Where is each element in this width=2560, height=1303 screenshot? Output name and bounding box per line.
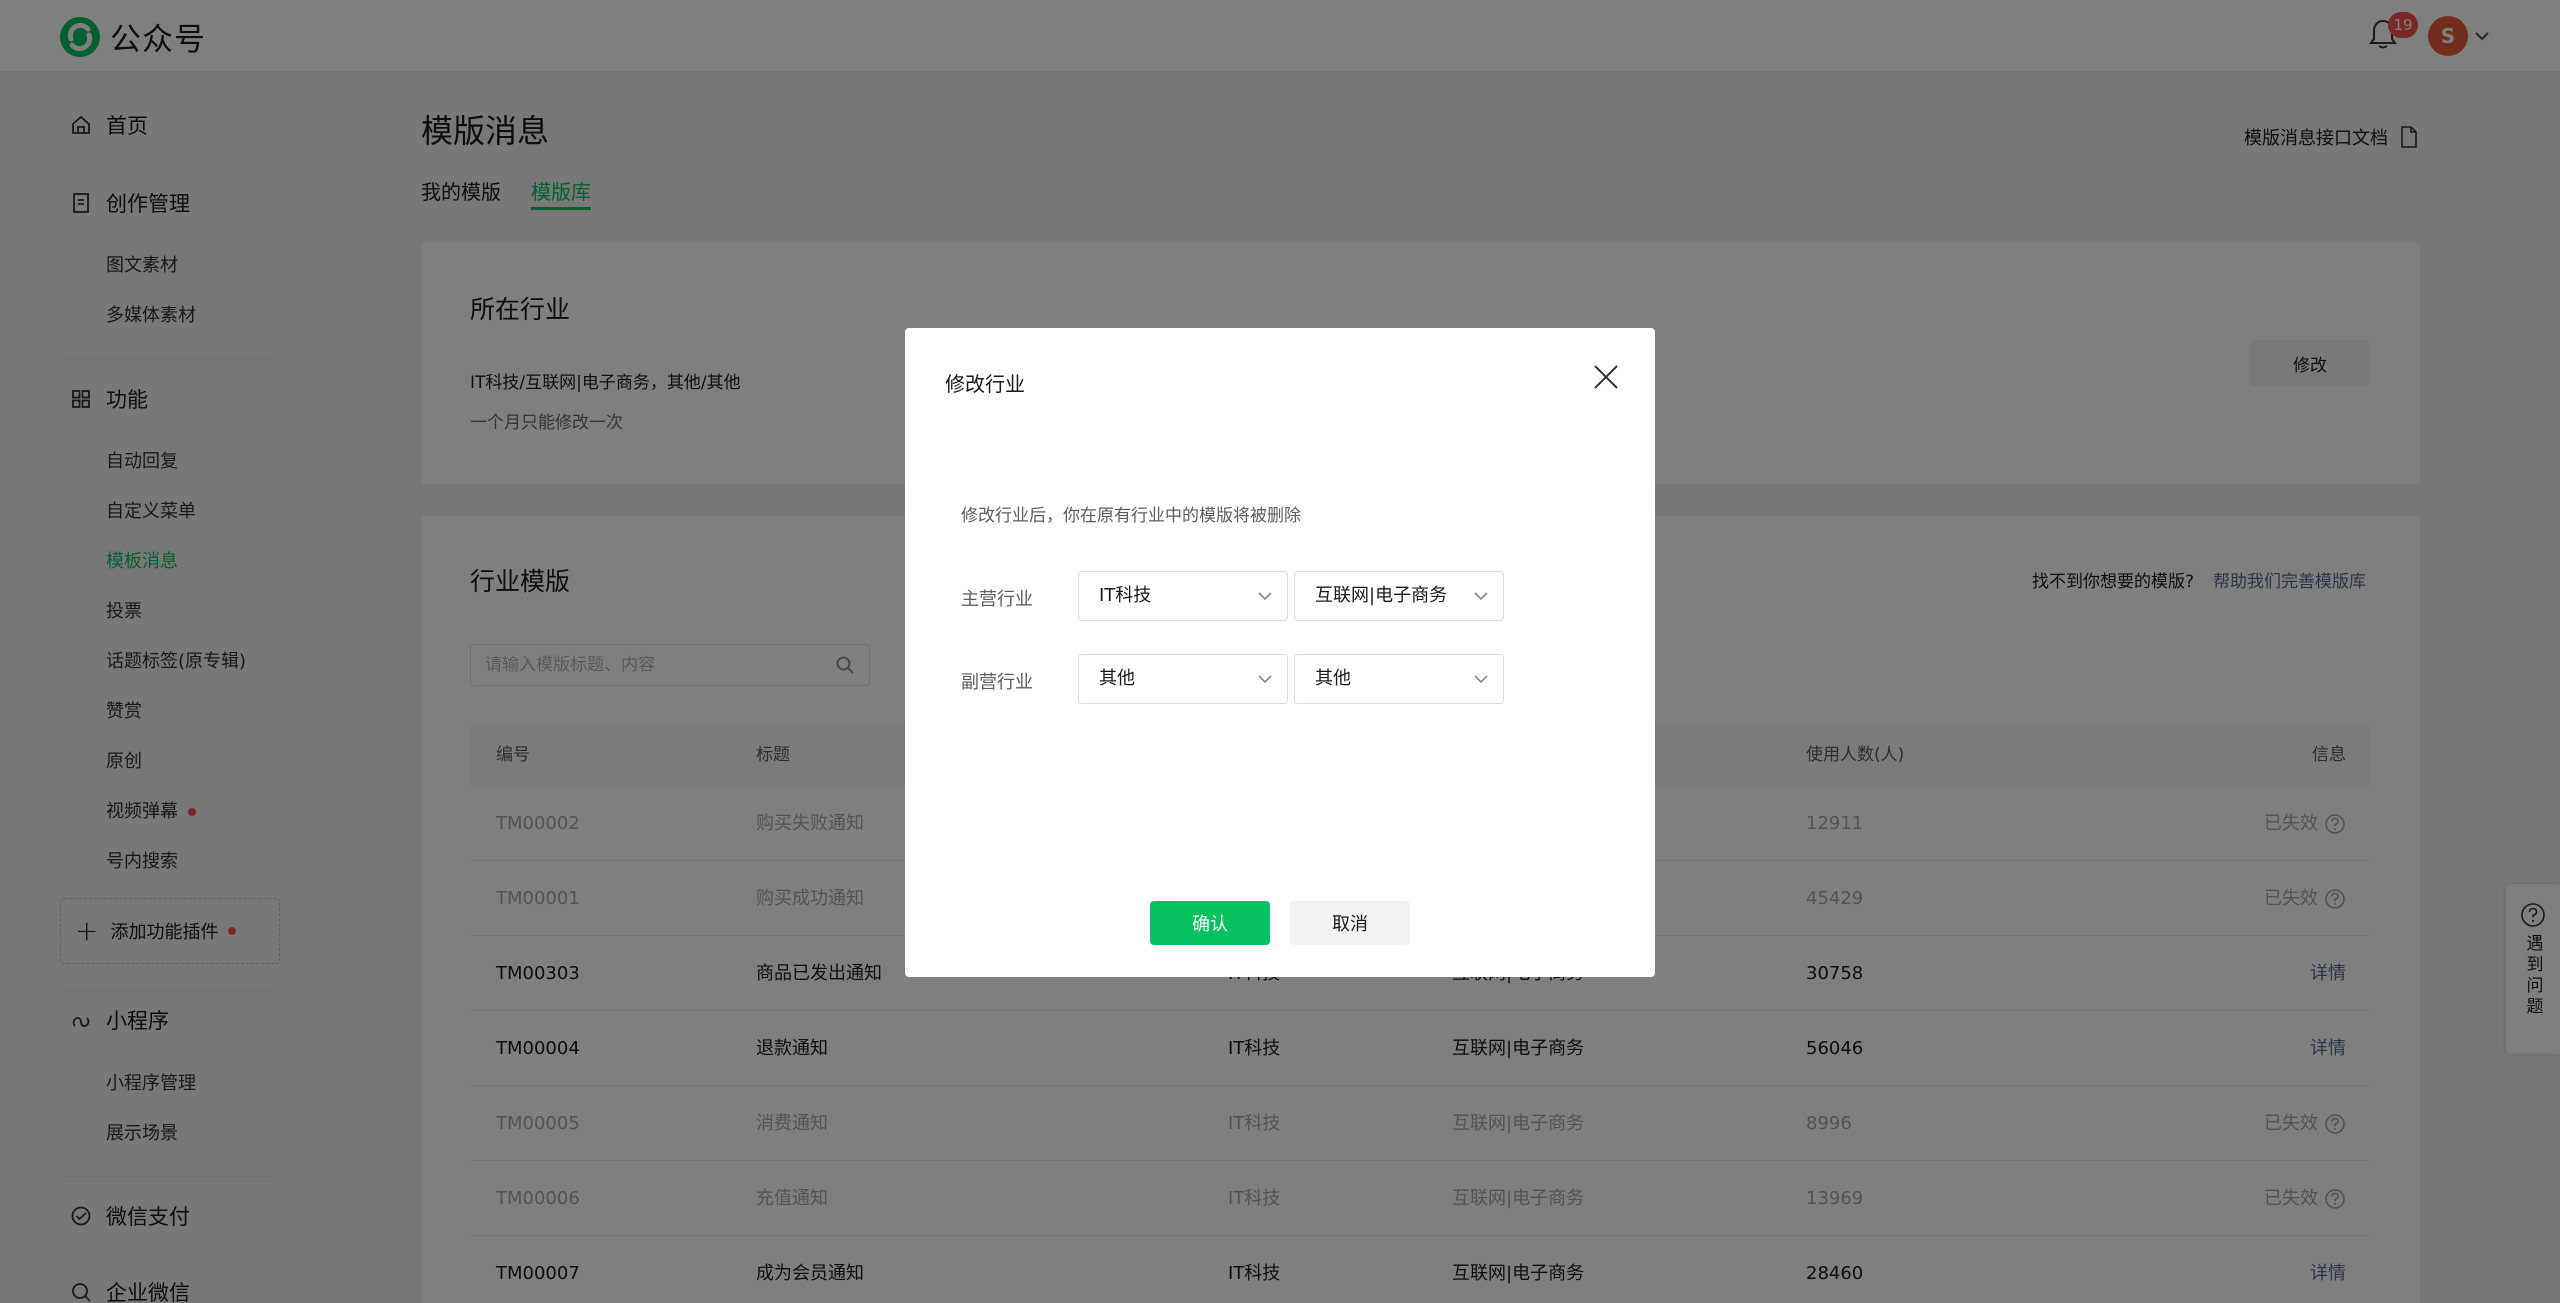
chevron-down-icon: [1474, 675, 1488, 684]
cancel-button[interactable]: 取消: [1290, 901, 1410, 945]
select-value: 其他: [1099, 668, 1135, 689]
select-value: 互联网|电子商务: [1315, 585, 1448, 606]
select-value: 其他: [1315, 668, 1351, 689]
close-icon: [1594, 365, 1618, 389]
select-value: IT科技: [1099, 585, 1152, 606]
confirm-button[interactable]: 确认: [1150, 901, 1270, 945]
modify-industry-dialog: 修改行业 修改行业后，你在原有行业中的模版将被删除 主营行业 IT科技 互联网|…: [905, 328, 1655, 977]
secondary-industry-label: 副营行业: [961, 672, 1033, 693]
dialog-title: 修改行业: [945, 372, 1025, 396]
primary-industry-select[interactable]: IT科技: [1078, 571, 1288, 621]
primary-industry-label: 主营行业: [961, 589, 1033, 610]
primary-industry-sub-select[interactable]: 互联网|电子商务: [1294, 571, 1504, 621]
dialog-warning: 修改行业后，你在原有行业中的模版将被删除: [961, 506, 1301, 526]
close-button[interactable]: [1589, 360, 1623, 394]
chevron-down-icon: [1258, 592, 1272, 601]
secondary-industry-sub-select[interactable]: 其他: [1294, 654, 1504, 704]
chevron-down-icon: [1474, 592, 1488, 601]
secondary-industry-select[interactable]: 其他: [1078, 654, 1288, 704]
chevron-down-icon: [1258, 675, 1272, 684]
